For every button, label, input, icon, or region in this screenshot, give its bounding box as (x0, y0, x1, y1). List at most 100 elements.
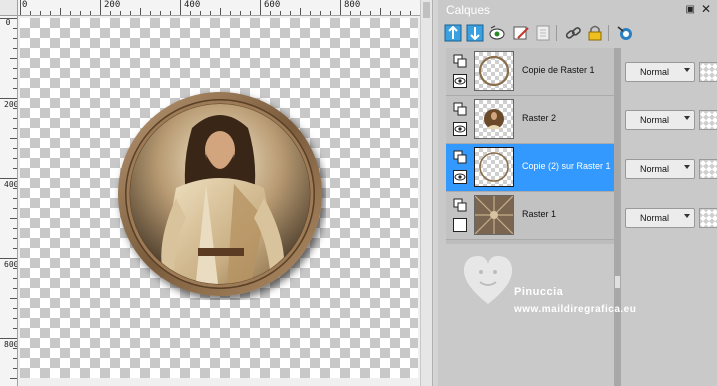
watermark-url: www.maildiregrafica.eu (514, 304, 637, 315)
framed-portrait-image (114, 88, 326, 300)
blend-mode-select[interactable]: Normal (625, 208, 695, 228)
ruler-tick (140, 8, 141, 15)
chevron-down-icon (684, 165, 690, 169)
eye-icon[interactable] (453, 74, 467, 88)
ruler-tick (200, 11, 201, 15)
ruler-tick (190, 11, 191, 15)
ruler-tick (0, 178, 17, 179)
blend-mode-select[interactable]: Normal (625, 159, 695, 179)
chevron-down-icon (684, 68, 690, 72)
pin-icon[interactable]: ▣ (686, 4, 695, 15)
toolbar-separator (556, 25, 557, 41)
ruler-tick (330, 11, 331, 15)
ruler-tick (370, 11, 371, 15)
layer-group-icon[interactable] (453, 102, 467, 116)
blend-mode-select[interactable]: Normal (625, 62, 695, 82)
layer-name[interactable]: Raster 2 (522, 113, 556, 123)
ruler-tick (300, 8, 301, 15)
opacity-swatch[interactable] (699, 110, 717, 130)
ruler-tick (13, 328, 17, 329)
layer-properties-icon[interactable] (616, 24, 634, 42)
ruler-tick (13, 368, 17, 369)
layers-panel: Calques ▣ ✕ Copie de Raster 1 Raster 2 C… (438, 0, 717, 386)
eye-icon[interactable] (453, 170, 467, 184)
ruler-tick (70, 11, 71, 15)
ruler-top-label: 200 (104, 0, 121, 10)
layer-row-raster-2[interactable]: Raster 2 (446, 96, 614, 144)
ruler-tick (13, 228, 17, 229)
layer-name[interactable]: Raster 1 (522, 209, 556, 219)
layer-row-copie-de-raster-1[interactable]: Copie de Raster 1 (446, 48, 614, 96)
eye-icon[interactable] (453, 122, 467, 136)
ruler-tick (13, 148, 17, 149)
blend-mode-value: Normal (640, 115, 670, 125)
ruler-tick (160, 11, 161, 15)
ruler-tick (0, 98, 17, 99)
link-layer-icon[interactable] (564, 24, 582, 42)
opacity-swatch[interactable] (699, 208, 717, 228)
hidden-eye-icon[interactable] (453, 218, 467, 232)
scrollbar-thumb[interactable] (423, 2, 430, 18)
ruler-tick (360, 11, 361, 15)
ruler-tick (13, 68, 17, 69)
ruler-tick (20, 0, 21, 15)
ruler-tick (13, 278, 17, 279)
ruler-tick (13, 198, 17, 199)
layer-row-raster-1[interactable]: Raster 1 (446, 192, 614, 240)
blend-mode-value: Normal (640, 164, 670, 174)
blend-mode-select[interactable]: Normal (625, 110, 695, 130)
ruler-tick (0, 338, 17, 339)
ruler-tick (13, 288, 17, 289)
ruler-tick (150, 11, 151, 15)
lock-layer-icon[interactable] (586, 24, 604, 42)
heart-logo-icon (463, 256, 513, 304)
promote-layer-icon[interactable] (444, 24, 462, 42)
ruler-tick (13, 28, 17, 29)
ruler-tick (60, 8, 61, 15)
layer-group-icon[interactable] (453, 54, 467, 68)
ruler-top-label: 400 (184, 0, 201, 10)
ruler-tick (40, 11, 41, 15)
ruler-tick (10, 58, 17, 59)
layer-group-icon[interactable] (453, 150, 467, 164)
layer-name[interactable]: Copie de Raster 1 (522, 65, 595, 75)
canvas-vertical-scrollbar[interactable] (420, 0, 432, 386)
ruler-tick (13, 268, 17, 269)
ruler-tick (0, 18, 17, 19)
delete-layer-icon[interactable] (534, 24, 552, 42)
ruler-tick (10, 378, 17, 379)
ruler-tick (13, 248, 17, 249)
canvas-area[interactable]: 0 200 400 600 800 0 200 400 600 800 (0, 0, 432, 386)
ruler-tick (290, 11, 291, 15)
opacity-swatch[interactable] (699, 159, 717, 179)
panel-column-divider[interactable] (614, 48, 621, 386)
ruler-tick (0, 258, 17, 259)
layer-name[interactable]: Copie (2) sur Raster 1 (522, 161, 611, 171)
new-mask-icon[interactable] (488, 24, 506, 42)
layer-thumbnail (474, 51, 514, 91)
layer-row-copie-2-sur-raster-1[interactable]: Copie (2) sur Raster 1 (446, 144, 614, 192)
ruler-tick (13, 168, 17, 169)
ruler-tick (320, 11, 321, 15)
close-icon[interactable]: ✕ (701, 2, 711, 16)
ruler-tick (410, 11, 411, 15)
merge-down-icon[interactable] (466, 24, 484, 42)
ruler-tick (220, 8, 221, 15)
ruler-top-label: 0 (22, 0, 28, 10)
layer-group-icon[interactable] (453, 198, 467, 212)
chevron-down-icon (684, 116, 690, 120)
layer-thumbnail (474, 99, 514, 139)
ruler-tick (230, 11, 231, 15)
edit-layer-icon[interactable] (512, 24, 530, 42)
opacity-swatch[interactable] (699, 62, 717, 82)
ruler-tick (90, 11, 91, 15)
ruler-tick (13, 238, 17, 239)
ruler-tick (13, 108, 17, 109)
ruler-tick (13, 48, 17, 49)
ruler-left-label: 200 (4, 100, 18, 109)
ruler-tick (80, 11, 81, 15)
ruler-tick (240, 11, 241, 15)
ruler-tick (13, 208, 17, 209)
ruler-tick (350, 11, 351, 15)
ruler-tick (390, 11, 391, 15)
